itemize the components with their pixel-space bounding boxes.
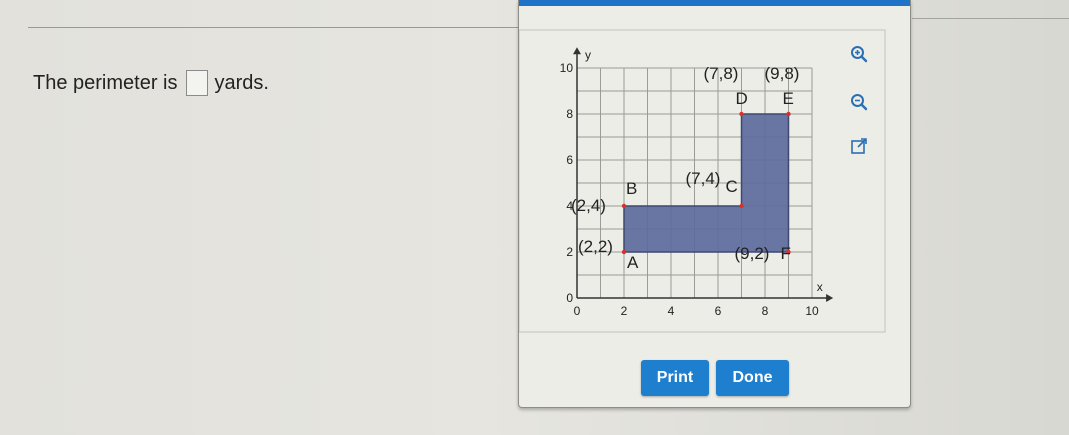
y-axis-arrow bbox=[573, 47, 581, 55]
vertex-coordinate-label: (9,8) bbox=[765, 64, 800, 83]
x-tick-label: 8 bbox=[762, 304, 769, 318]
print-button[interactable]: Print bbox=[641, 360, 709, 396]
vertex-name-label: F bbox=[781, 244, 791, 263]
vertex-name-label: C bbox=[726, 177, 738, 196]
divider-line-right bbox=[912, 18, 1069, 19]
y-tick-label: 2 bbox=[566, 245, 573, 259]
y-tick-label: 10 bbox=[560, 61, 574, 75]
vertex-name-label: A bbox=[627, 253, 639, 272]
vertex-point bbox=[739, 111, 744, 117]
vertex-point bbox=[621, 203, 627, 209]
x-axis-label: x bbox=[817, 280, 823, 294]
expand-icon[interactable] bbox=[847, 134, 871, 158]
answer-input-box[interactable] bbox=[185, 70, 208, 96]
y-tick-label: 6 bbox=[566, 153, 573, 167]
question-prefix: The perimeter is bbox=[33, 71, 178, 94]
x-axis-arrow bbox=[826, 294, 834, 302]
graph-panel: 0 2 4 6 8 10 0 2 4 6 8 10 x y A (2,2) B (2,4) C (7,4) D (7,8… bbox=[518, 0, 911, 408]
x-tick-label: 4 bbox=[668, 304, 675, 318]
x-tick-label: 6 bbox=[715, 304, 722, 318]
vertex-coordinate-label: (9,2) bbox=[735, 244, 770, 263]
zoom-in-icon[interactable] bbox=[847, 42, 871, 66]
vertex-point bbox=[739, 203, 744, 209]
divider-line bbox=[28, 27, 520, 28]
vertex-coordinate-label: (7,8) bbox=[704, 64, 739, 83]
done-button[interactable]: Done bbox=[716, 360, 789, 396]
x-tick-label: 0 bbox=[574, 304, 581, 318]
vertex-name-label: E bbox=[783, 89, 794, 108]
vertex-name-label: D bbox=[736, 89, 748, 108]
vertex-coordinate-label: (2,2) bbox=[578, 237, 613, 256]
question-text: The perimeter is yards. bbox=[33, 70, 269, 96]
vertex-coordinate-label: (2,4) bbox=[571, 196, 606, 215]
vertex-name-label: B bbox=[626, 179, 637, 198]
zoom-out-icon[interactable] bbox=[847, 90, 871, 114]
question-suffix: yards. bbox=[214, 71, 269, 94]
x-tick-label: 10 bbox=[805, 304, 819, 318]
vertex-coordinate-label: (7,4) bbox=[686, 169, 721, 188]
x-tick-label: 2 bbox=[621, 304, 628, 318]
y-tick-label: 0 bbox=[566, 291, 573, 305]
y-tick-label: 8 bbox=[566, 107, 573, 121]
vertex-point bbox=[621, 249, 627, 255]
vertex-point bbox=[786, 111, 791, 117]
y-axis-label: y bbox=[585, 48, 591, 62]
